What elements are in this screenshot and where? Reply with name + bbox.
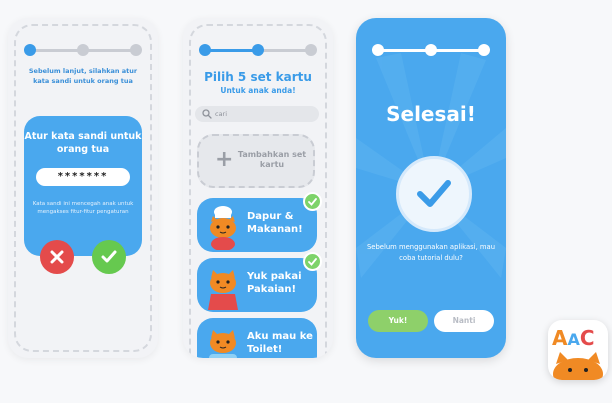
card-set-label: Dapur & Makanan! — [247, 211, 303, 235]
page-subtitle: Untuk anak anda! — [220, 86, 296, 95]
success-badge — [396, 156, 472, 232]
skip-tutorial-button[interactable]: Nanti — [434, 310, 494, 332]
progress-indicator — [24, 44, 142, 56]
progress-dot-3 — [305, 44, 317, 56]
progress-dot-2 — [425, 44, 437, 56]
cat-mascot-icon — [553, 352, 603, 380]
close-icon — [50, 250, 64, 264]
card-set-label: Yuk pakai Pakaian! — [247, 271, 302, 295]
progress-dot-3 — [130, 44, 142, 56]
intro-text: Sebelum lanjut, silahkan atur kata sandi… — [28, 67, 138, 85]
progress-dot-1 — [199, 44, 211, 56]
check-icon — [101, 250, 117, 263]
password-field[interactable]: ******* — [36, 168, 130, 186]
tutorial-prompt: Sebelum menggunakan aplikasi, mau coba t… — [366, 243, 496, 262]
page-title: Pilih 5 set kartu — [204, 70, 312, 84]
check-icon — [303, 192, 322, 211]
shirt-cat-icon — [208, 270, 238, 310]
chef-cat-icon — [210, 206, 236, 250]
progress-dot-1 — [372, 44, 384, 56]
check-icon — [303, 252, 322, 271]
progress-dot-2 — [77, 44, 89, 56]
card-set-item[interactable]: Yuk pakai Pakaian! — [197, 258, 317, 312]
progress-indicator — [199, 44, 317, 56]
card-set-item[interactable]: Aku mau ke Toilet! — [197, 318, 317, 358]
app-icon-letters: AAC — [552, 326, 595, 350]
search-input[interactable]: cari — [195, 106, 319, 122]
progress-dot-1 — [24, 44, 36, 56]
password-card: Atur kata sandi untuk orang tua ******* … — [24, 116, 142, 256]
completion-title: Selesai! — [386, 102, 476, 126]
password-card-title: Atur kata sandi untuk orang tua — [24, 131, 142, 155]
password-setup-screen: Sebelum lanjut, silahkan atur kata sandi… — [8, 18, 158, 358]
app-icon-letter: A — [567, 330, 580, 349]
completion-screen: Selesai! Sebelum menggunakan aplikasi, m… — [356, 18, 506, 358]
cancel-button[interactable] — [40, 240, 74, 274]
start-tutorial-button[interactable]: Yuk! — [368, 310, 428, 332]
card-set-item[interactable]: Dapur & Makanan! — [197, 198, 317, 252]
password-note: Kata sandi ini mencegah anak untuk menga… — [32, 201, 134, 215]
progress-indicator — [372, 44, 490, 56]
card-set-selection-screen: Pilih 5 set kartu Untuk anak anda! cari … — [183, 18, 333, 358]
app-icon-letter: C — [579, 326, 595, 350]
app-icon[interactable]: AAC — [548, 320, 608, 380]
add-card-set-button[interactable]: + Tambahkan set kartu — [197, 134, 315, 188]
confirm-button[interactable] — [92, 240, 126, 274]
add-card-set-label: Tambahkan set kartu — [237, 150, 307, 169]
search-placeholder: cari — [215, 110, 228, 118]
check-icon — [417, 180, 451, 207]
card-set-label: Aku mau ke Toilet! — [247, 331, 313, 355]
toilet-cat-icon — [209, 330, 237, 358]
app-icon-letter: A — [552, 326, 568, 350]
progress-dot-2 — [252, 44, 264, 56]
search-icon — [202, 109, 212, 119]
progress-dot-3 — [478, 44, 490, 56]
